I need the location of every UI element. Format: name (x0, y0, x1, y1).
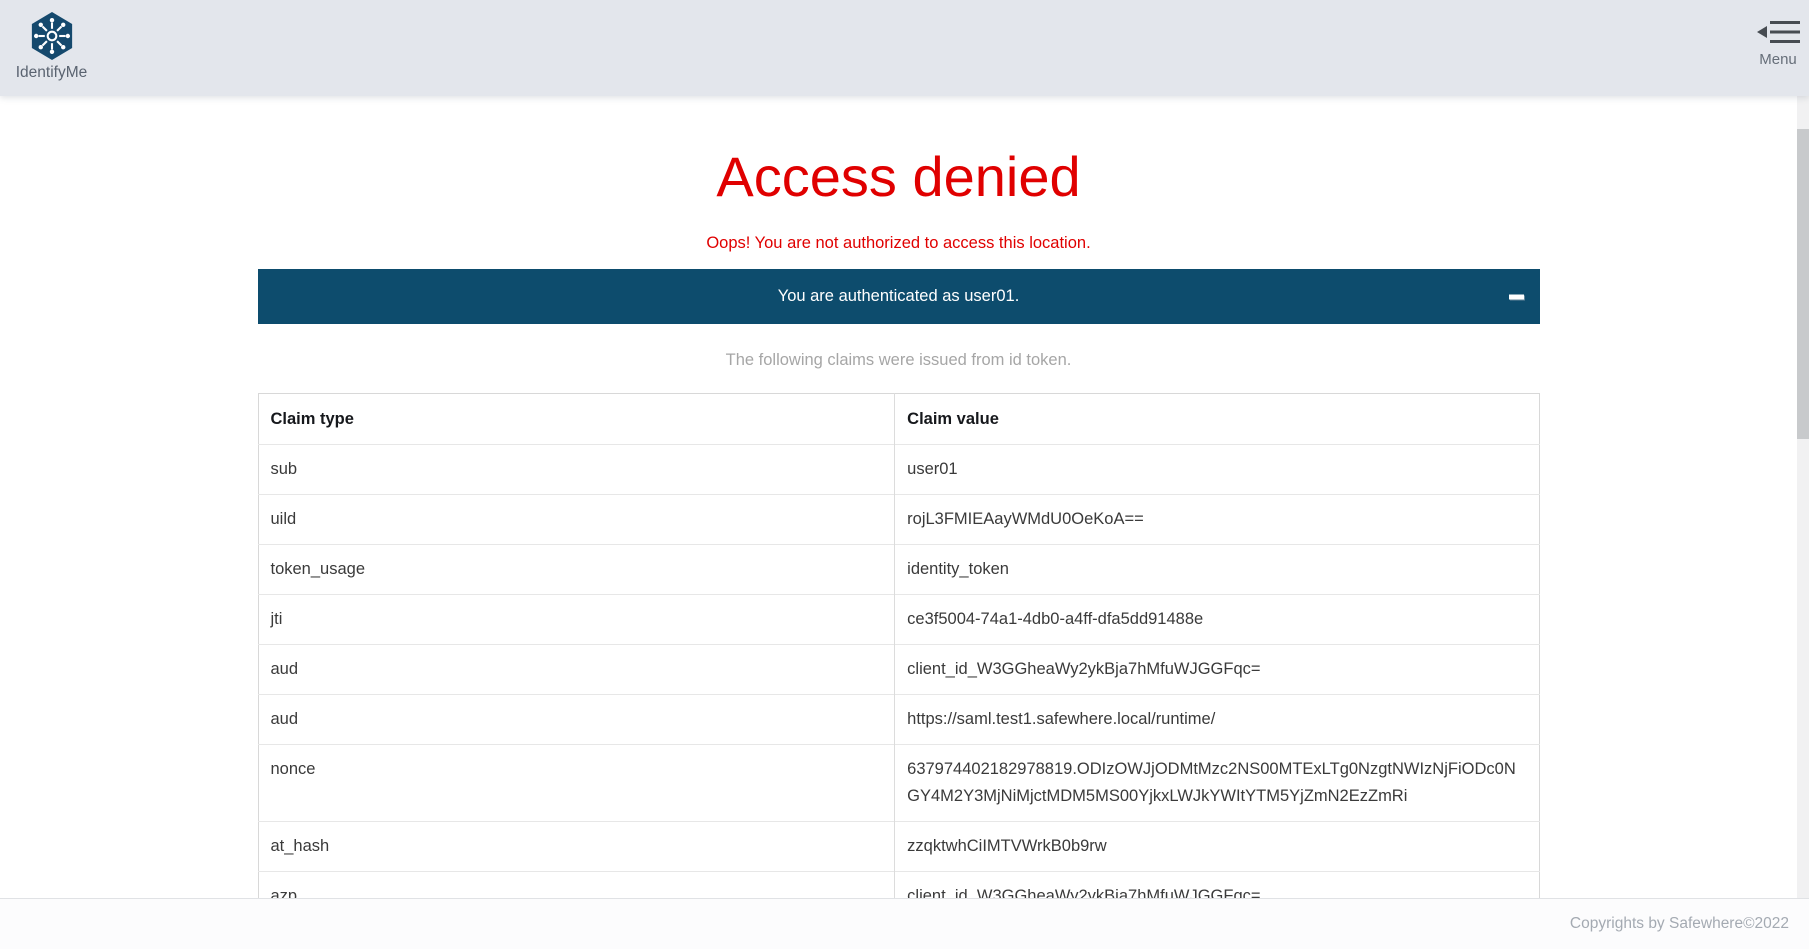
claim-type-header: Claim type (258, 394, 895, 445)
snowflake-hexagon-icon (7, 11, 96, 61)
claims-intro: The following claims were issued from id… (258, 350, 1540, 370)
claim-type-cell: jti (258, 595, 895, 645)
auth-banner-text: You are authenticated as user01. (778, 287, 1020, 306)
claim-value-cell: 637974402182978819.ODIzOWJjODMtMzc2NS00M… (895, 745, 1539, 822)
claim-value-cell: identity_token (895, 545, 1539, 595)
auth-banner[interactable]: You are authenticated as user01. (258, 269, 1540, 324)
app-header: IdentifyMe Menu (0, 0, 1809, 96)
app-name: IdentifyMe (7, 64, 96, 82)
scrollbar-thumb[interactable] (1797, 129, 1809, 439)
table-row: azp client_id_W3GGheaWy2ykBja7hMfuWJGGFq… (258, 872, 1539, 899)
claim-type-cell: nonce (258, 745, 895, 822)
claim-value-header: Claim value (895, 394, 1539, 445)
error-message: Oops! You are not authorized to access t… (258, 233, 1540, 253)
claim-type-cell: sub (258, 445, 895, 495)
claim-value-cell: user01 (895, 445, 1539, 495)
claim-type-cell: aud (258, 645, 895, 695)
claim-value-cell: ce3f5004-74a1-4db0-a4ff-dfa5dd91488e (895, 595, 1539, 645)
table-row: aud client_id_W3GGheaWy2ykBja7hMfuWJGGFq… (258, 645, 1539, 695)
table-row: nonce 637974402182978819.ODIzOWJjODMtMzc… (258, 745, 1539, 822)
claim-type-cell: azp (258, 872, 895, 899)
claim-type-cell: token_usage (258, 545, 895, 595)
table-row: uild rojL3FMIEAayWMdU0OeKoA== (258, 495, 1539, 545)
table-row: jti ce3f5004-74a1-4db0-a4ff-dfa5dd91488e (258, 595, 1539, 645)
table-row: sub user01 (258, 445, 1539, 495)
minus-icon[interactable] (1509, 294, 1524, 299)
table-row: token_usage identity_token (258, 545, 1539, 595)
vertical-scrollbar[interactable] (1797, 96, 1809, 898)
menu-button[interactable]: Menu (1756, 0, 1809, 68)
menu-label: Menu (1756, 51, 1800, 68)
table-row: aud https://saml.test1.safewhere.local/r… (258, 695, 1539, 745)
app-logo[interactable]: IdentifyMe (0, 0, 96, 82)
claim-value-cell: https://saml.test1.safewhere.local/runti… (895, 695, 1539, 745)
main-content: Access denied Oops! You are not authoriz… (0, 96, 1809, 898)
page-title: Access denied (258, 148, 1540, 206)
claim-type-cell: uild (258, 495, 895, 545)
claim-value-cell: client_id_W3GGheaWy2ykBja7hMfuWJGGFqc= (895, 645, 1539, 695)
hamburger-with-left-arrow-icon (1756, 19, 1800, 45)
copyright-text: Copyrights by Safewhere©2022 (1570, 915, 1789, 933)
claims-table-body: sub user01 uild rojL3FMIEAayWMdU0OeKoA==… (258, 445, 1539, 899)
claim-value-cell: client_id_W3GGheaWy2ykBja7hMfuWJGGFqc= (895, 872, 1539, 899)
claim-type-cell: aud (258, 695, 895, 745)
claim-value-cell: rojL3FMIEAayWMdU0OeKoA== (895, 495, 1539, 545)
app-footer: Copyrights by Safewhere©2022 (0, 898, 1809, 949)
table-row: at_hash zzqktwhCiIMTVWrkB0b9rw (258, 822, 1539, 872)
claim-value-cell: zzqktwhCiIMTVWrkB0b9rw (895, 822, 1539, 872)
claim-type-cell: at_hash (258, 822, 895, 872)
claims-table: Claim type Claim value sub user01 uild r… (258, 393, 1540, 898)
table-header-row: Claim type Claim value (258, 394, 1539, 445)
